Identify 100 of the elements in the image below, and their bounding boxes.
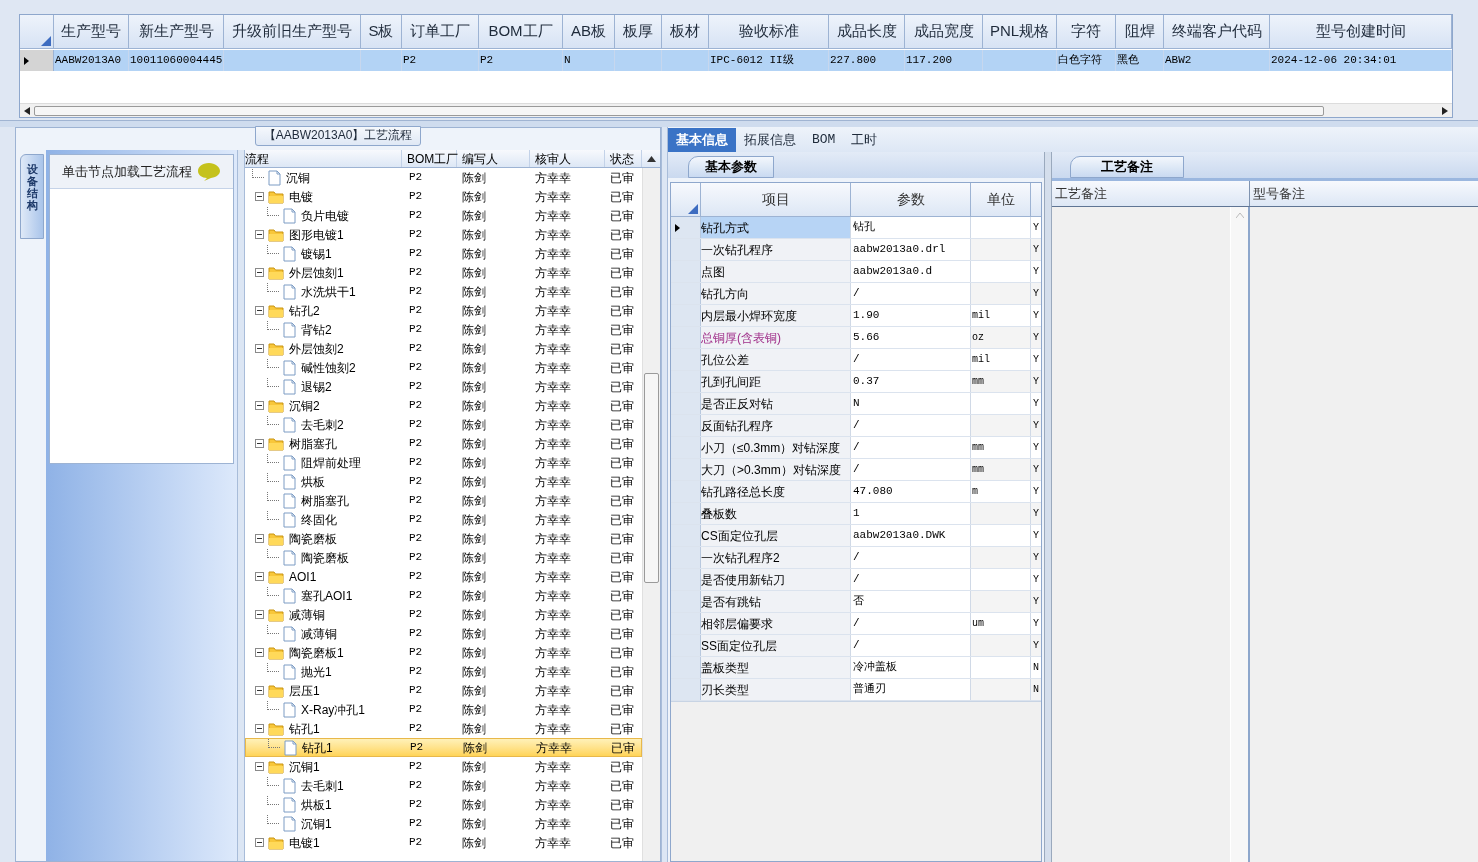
vertical-scrollbar[interactable]	[642, 168, 660, 861]
tree-row[interactable]: 减薄铜 P2 陈剑 方幸幸 已审	[245, 624, 642, 643]
parameter-value[interactable]: /	[851, 437, 971, 458]
table-row[interactable]: 钻孔路径总长度 47.080 m Y	[671, 481, 1041, 503]
parameter-value[interactable]: aabw2013a0.drl	[851, 239, 971, 260]
parameter-value[interactable]: 普通刃	[851, 679, 971, 700]
tree-row[interactable]: 图形电镀1 P2 陈剑 方幸幸 已审	[245, 225, 642, 244]
tree-row[interactable]: 钻孔1 P2 陈剑 方幸幸 已审	[245, 738, 642, 757]
tree-row[interactable]: X-Ray冲孔1 P2 陈剑 方幸幸 已审	[245, 700, 642, 719]
tree-row[interactable]: 镀锡1 P2 陈剑 方幸幸 已审	[245, 244, 642, 263]
tree-row[interactable]: 沉铜1 P2 陈剑 方幸幸 已审	[245, 757, 642, 776]
tree-row[interactable]: 碱性蚀刻2 P2 陈剑 方幸幸 已审	[245, 358, 642, 377]
parameter-value[interactable]: aabw2013a0.DWK	[851, 525, 971, 546]
parameter-value[interactable]: 否	[851, 591, 971, 612]
parameter-value[interactable]: aabw2013a0.d	[851, 261, 971, 282]
tree-row[interactable]: 层压1 P2 陈剑 方幸幸 已审	[245, 681, 642, 700]
parameter-value[interactable]: /	[851, 349, 971, 370]
sub-tab[interactable]: 工艺备注	[1070, 155, 1184, 178]
collapse-icon[interactable]	[255, 192, 264, 201]
splitter[interactable]	[237, 150, 245, 861]
splitter[interactable]	[1044, 152, 1052, 862]
table-row[interactable]: 钻孔方向 / Y	[671, 283, 1041, 305]
column-header[interactable]: 板材	[662, 15, 709, 48]
tree-row[interactable]: 树脂塞孔 P2 陈剑 方幸幸 已审	[245, 491, 642, 510]
tree-row[interactable]: 沉铜1 P2 陈剑 方幸幸 已审	[245, 814, 642, 833]
tree-row[interactable]: 抛光1 P2 陈剑 方幸幸 已审	[245, 662, 642, 681]
column-header[interactable]: 型号创建时间	[1270, 15, 1452, 48]
tree-row[interactable]: 去毛刺1 P2 陈剑 方幸幸 已审	[245, 776, 642, 795]
tree-row[interactable]: 退锡2 P2 陈剑 方幸幸 已审	[245, 377, 642, 396]
table-row[interactable]: 总铜厚(含表铜) 5.66 oz Y	[671, 327, 1041, 349]
tree-row[interactable]: 背钻2 P2 陈剑 方幸幸 已审	[245, 320, 642, 339]
scroll-up-icon[interactable]	[646, 155, 656, 162]
tree-row[interactable]: 树脂塞孔 P2 陈剑 方幸幸 已审	[245, 434, 642, 453]
collapse-icon[interactable]	[255, 534, 264, 543]
tab[interactable]: BOM	[804, 128, 844, 152]
column-header[interactable]: 型号备注	[1250, 181, 1478, 206]
tree-row[interactable]: 陶瓷磨板 P2 陈剑 方幸幸 已审	[245, 548, 642, 567]
collapse-icon[interactable]	[255, 439, 264, 448]
column-header[interactable]: 状态	[605, 150, 642, 167]
table-row[interactable]: 反面钻孔程序 / Y	[671, 415, 1041, 437]
collapse-icon[interactable]	[255, 724, 264, 733]
tree-row[interactable]: 沉铜 P2 陈剑 方幸幸 已审	[245, 168, 642, 187]
tree-row[interactable]: 负片电镀 P2 陈剑 方幸幸 已审	[245, 206, 642, 225]
table-row[interactable]: 孔到孔间距 0.37 mm Y	[671, 371, 1041, 393]
collapse-icon[interactable]	[255, 648, 264, 657]
collapse-icon[interactable]	[255, 686, 264, 695]
column-header[interactable]: 验收标准	[709, 15, 829, 48]
tab[interactable]: 拓展信息	[736, 128, 804, 152]
column-header[interactable]: 成品宽度	[905, 15, 983, 48]
row-header[interactable]	[20, 50, 54, 71]
column-header[interactable]: 成品长度	[829, 15, 905, 48]
column-header[interactable]: 流程	[245, 150, 402, 167]
column-header[interactable]: 升级前旧生产型号	[224, 15, 361, 48]
table-row[interactable]: 点图 aabw2013a0.d Y	[671, 261, 1041, 283]
collapse-icon[interactable]	[255, 401, 264, 410]
column-header[interactable]: 字符	[1057, 15, 1116, 48]
column-header[interactable]: 新生产型号	[129, 15, 224, 48]
tree-row[interactable]: 外层蚀刻1 P2 陈剑 方幸幸 已审	[245, 263, 642, 282]
parameter-value[interactable]: 1	[851, 503, 971, 524]
tree-row[interactable]: 去毛刺2 P2 陈剑 方幸幸 已审	[245, 415, 642, 434]
table-row[interactable]: 钻孔方式 钻孔 Y	[671, 217, 1041, 239]
column-header[interactable]: 项目	[701, 183, 851, 216]
column-header[interactable]: S板	[361, 15, 402, 48]
collapse-icon[interactable]	[255, 344, 264, 353]
row-header[interactable]	[671, 217, 701, 238]
table-row[interactable]: 内层最小焊环宽度 1.90 mil Y	[671, 305, 1041, 327]
parameter-value[interactable]: 5.66	[851, 327, 971, 348]
table-row[interactable]: 刃长类型 普通刃 N	[671, 679, 1041, 701]
table-row[interactable]: 盖板类型 冷冲盖板 N	[671, 657, 1041, 679]
column-header[interactable]: BOM工厂	[479, 15, 563, 48]
column-header[interactable]: 参数	[851, 183, 971, 216]
table-row[interactable]: 是否使用新钻刀 / Y	[671, 569, 1041, 591]
column-header[interactable]: PNL规格	[983, 15, 1057, 48]
collapse-icon[interactable]	[255, 572, 264, 581]
horizontal-scrollbar[interactable]	[20, 103, 1452, 117]
sub-tab[interactable]: 基本参数	[688, 155, 774, 178]
table-row[interactable]: 一次钻孔程序 aabw2013a0.drl Y	[671, 239, 1041, 261]
tree-row[interactable]: 钻孔2 P2 陈剑 方幸幸 已审	[245, 301, 642, 320]
parameter-value[interactable]: 1.90	[851, 305, 971, 326]
parameter-value[interactable]: N	[851, 393, 971, 414]
tree-row[interactable]: 终固化 P2 陈剑 方幸幸 已审	[245, 510, 642, 529]
table-row[interactable]: AABW2013A0 10011060004445 P2 P2 N IPC-6012 II级 227.800 117.200 白色字符 黑色 ABW2 2024-12-06 20:34:01	[20, 50, 1452, 71]
tab[interactable]: 工时	[843, 128, 886, 152]
column-header[interactable]: 生产型号	[54, 15, 129, 48]
parameter-value[interactable]: /	[851, 547, 971, 568]
column-header[interactable]: 板厚	[615, 15, 662, 48]
parameter-value[interactable]: /	[851, 635, 971, 656]
tree-row[interactable]: 烘板1 P2 陈剑 方幸幸 已审	[245, 795, 642, 814]
collapse-icon[interactable]	[255, 306, 264, 315]
tree-row[interactable]: AOI1 P2 陈剑 方幸幸 已审	[245, 567, 642, 586]
tree-row[interactable]: 水洗烘干1 P2 陈剑 方幸幸 已审	[245, 282, 642, 301]
table-row[interactable]: 叠板数 1 Y	[671, 503, 1041, 525]
table-row[interactable]: 相邻层偏要求 / um Y	[671, 613, 1041, 635]
column-header[interactable]: 终端客户代码	[1164, 15, 1270, 48]
table-row[interactable]: CS面定位孔层 aabw2013a0.DWK Y	[671, 525, 1041, 547]
column-header[interactable]: 单位	[971, 183, 1031, 216]
parameter-value[interactable]: /	[851, 569, 971, 590]
column-header[interactable]: 核审人	[530, 150, 605, 167]
collapse-icon[interactable]	[255, 610, 264, 619]
column-header[interactable]: 工艺备注	[1052, 181, 1250, 206]
